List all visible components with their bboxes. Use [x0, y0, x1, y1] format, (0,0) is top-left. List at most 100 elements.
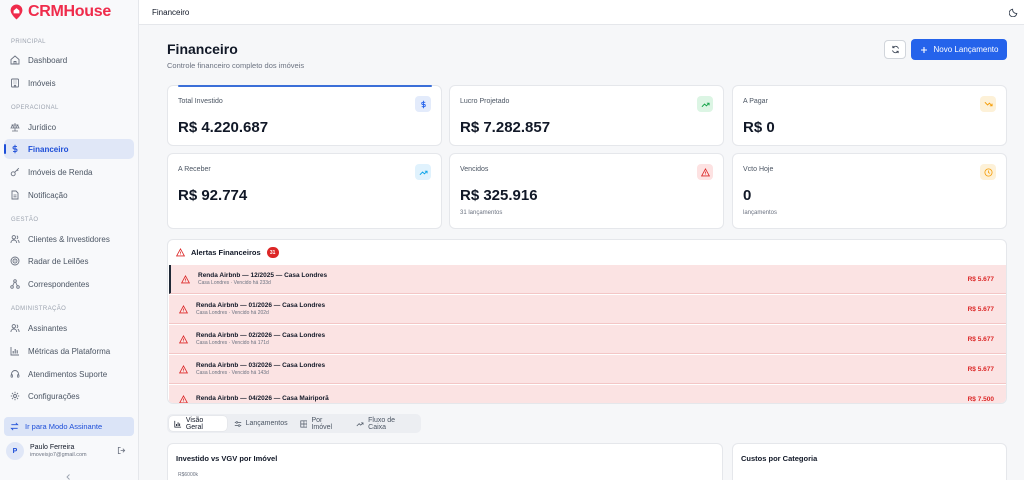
panel-title: Custos por Categoria: [741, 454, 818, 463]
alert-item[interactable]: Renda Airbnb — 03/2026 — Casa Londres Ca…: [169, 355, 1006, 384]
alerts-header: Alertas Financeiros 31: [176, 247, 279, 258]
alert-meta: Casa Londres · Vencido há 233d: [198, 280, 271, 286]
sidebar-item-imoveis[interactable]: Imóveis: [4, 73, 134, 93]
alert-triangle-icon: [176, 248, 185, 257]
card-value: 0: [743, 187, 752, 204]
sidebar-item-financeiro[interactable]: Financeiro: [4, 139, 134, 159]
card-badge: [415, 96, 431, 112]
users-icon: [10, 235, 20, 244]
tab-label: Lançamentos: [245, 420, 288, 427]
dollar-icon: [420, 100, 426, 108]
refresh-button[interactable]: [884, 40, 906, 59]
financial-alerts-panel[interactable]: Alertas Financeiros 31 Renda Airbnb — 12…: [167, 239, 1007, 404]
sidebar-item-label: Radar de Leilões: [28, 256, 89, 266]
alert-title: Renda Airbnb — 03/2026 — Casa Londres: [196, 362, 326, 369]
sidebar-item-label: Correspondentes: [28, 279, 90, 289]
clock-icon: [983, 167, 993, 177]
sidebar: CRMHouse PRINCIPAL Dashboard Imóveis OPE…: [0, 0, 139, 480]
alert-title: Renda Airbnb — 12/2025 — Casa Londres: [198, 272, 328, 279]
alert-amount: R$ 5.677: [967, 365, 994, 373]
card-subtext: 31 lançamentos: [460, 210, 503, 216]
sidebar-item-correspondentes[interactable]: Correspondentes: [4, 274, 134, 294]
alert-amount: R$ 7.500: [967, 395, 994, 403]
sidebar-item-assinantes[interactable]: Assinantes: [4, 318, 134, 338]
sidebar-item-atendimentos-suporte[interactable]: Atendimentos Suporte: [4, 364, 134, 384]
file-icon: [11, 190, 19, 200]
alert-item[interactable]: Renda Airbnb — 04/2026 — Casa Mairiporã …: [169, 385, 1006, 403]
sidebar-item-label: Financeiro: [28, 144, 69, 154]
alert-triangle-icon: [179, 334, 188, 343]
alert-amount: R$ 5.677: [967, 275, 994, 283]
alert-item[interactable]: Renda Airbnb — 02/2026 — Casa Londres Ca…: [169, 325, 1006, 354]
alert-text: Renda Airbnb — 01/2026 — Casa Londres Ca…: [196, 302, 325, 316]
brand-name: CRMHouse: [28, 3, 111, 20]
radar-icon: [10, 256, 20, 266]
card-value: R$ 325.916: [460, 187, 538, 204]
card-label: A Pagar: [743, 98, 768, 105]
alert-title: Renda Airbnb — 01/2026 — Casa Londres: [196, 302, 326, 309]
alerts-title: Alertas Financeiros: [191, 248, 261, 257]
switch-mode-label: Ir para Modo Assinante: [25, 422, 103, 431]
stat-card-lucro-projetado: Lucro Projetado R$ 7.282.857: [449, 85, 724, 146]
alert-meta: Casa Londres · Vencido há 143d: [196, 370, 269, 376]
alert-item[interactable]: Renda Airbnb — 12/2025 — Casa Londres Ca…: [169, 265, 1006, 294]
card-label: Vcto Hoje: [743, 166, 774, 173]
alert-text: Renda Airbnb — 03/2026 — Casa Londres Ca…: [196, 362, 325, 376]
stat-card-vencidos: Vencidos R$ 325.916 31 lançamentos: [449, 153, 724, 229]
bar-chart-icon: [10, 347, 19, 356]
card-badge: [697, 164, 713, 180]
tab-fluxo-de-caixa[interactable]: Fluxo de Caixa: [351, 416, 419, 431]
alert-text: Renda Airbnb — 04/2026 — Casa Mairiporã: [196, 395, 329, 403]
tab-label: Visão Geral: [185, 416, 204, 431]
sidebar-item-imoveis-de-renda[interactable]: Imóveis de Renda: [4, 162, 134, 182]
section-principal: PRINCIPAL: [11, 39, 46, 45]
sliders-icon: [234, 420, 241, 427]
alert-amount: R$ 5.677: [967, 335, 994, 343]
card-label: Lucro Projetado: [460, 98, 510, 105]
user-email: imoveisjo7@gmail.com: [30, 452, 87, 458]
tab-lancamentos[interactable]: Lançamentos: [229, 416, 293, 431]
brand-logo[interactable]: CRMHouse: [10, 3, 111, 21]
card-label: A Receber: [178, 166, 211, 173]
moon-icon[interactable]: [1009, 7, 1019, 17]
sidebar-item-radar-de-leiloes[interactable]: Radar de Leilões: [4, 251, 134, 271]
sidebar-item-label: Métricas da Plataforma: [28, 346, 111, 356]
alert-triangle-icon: [700, 167, 710, 176]
tab-label: Fluxo de Caixa: [368, 416, 396, 431]
new-entry-button[interactable]: Novo Lançamento: [911, 39, 1007, 60]
sidebar-item-label: Imóveis de Renda: [28, 167, 93, 177]
switch-mode-button[interactable]: Ir para Modo Assinante: [4, 417, 134, 436]
alert-meta: Casa Londres · Vencido há 171d: [196, 340, 269, 346]
sidebar-item-juridico[interactable]: Jurídico: [4, 117, 134, 137]
tab-por-imovel[interactable]: Por Imóvel: [295, 416, 350, 431]
trending-down-icon: [984, 101, 993, 106]
trend-icon: [356, 421, 364, 426]
sidebar-item-metricas-da-plataforma[interactable]: Métricas da Plataforma: [4, 341, 134, 361]
sidebar-item-dashboard[interactable]: Dashboard: [4, 50, 134, 70]
user-profile[interactable]: P Paulo Ferreira imoveisjo7@gmail.com: [6, 440, 134, 462]
chevron-left-icon[interactable]: [64, 474, 72, 480]
alert-meta: Casa Londres · Vencido há 202d: [196, 310, 269, 316]
users-icon: [10, 324, 20, 333]
dollar-icon: [12, 144, 18, 154]
alert-triangle-icon: [181, 274, 190, 283]
sidebar-item-label: Configurações: [28, 391, 80, 401]
sidebar-item-notificacao[interactable]: Notificação: [4, 185, 134, 205]
logout-icon[interactable]: [117, 446, 126, 455]
stat-card-total-investido: Total Investido R$ 4.220.687: [167, 85, 442, 146]
gear-icon: [10, 391, 20, 401]
alert-triangle-icon: [179, 364, 188, 373]
alert-title: Renda Airbnb — 02/2026 — Casa Londres: [196, 332, 326, 339]
scale-icon: [10, 123, 20, 132]
sidebar-item-label: Jurídico: [28, 122, 57, 132]
alert-item[interactable]: Renda Airbnb — 01/2026 — Casa Londres Ca…: [169, 295, 1006, 324]
alert-triangle-icon: [179, 304, 188, 313]
view-tabs: Visão Geral Lançamentos Por Imóvel Fluxo…: [167, 414, 421, 433]
home-icon: [10, 55, 20, 65]
sidebar-item-configuracoes[interactable]: Configurações: [4, 386, 134, 406]
tab-visao-geral[interactable]: Visão Geral: [169, 416, 227, 431]
user-name: Paulo Ferreira: [30, 444, 75, 451]
sidebar-item-label: Notificação: [28, 190, 68, 200]
sidebar-item-clientes-investidores[interactable]: Clientes & Investidores: [4, 229, 134, 249]
page-title: Financeiro: [167, 41, 238, 57]
